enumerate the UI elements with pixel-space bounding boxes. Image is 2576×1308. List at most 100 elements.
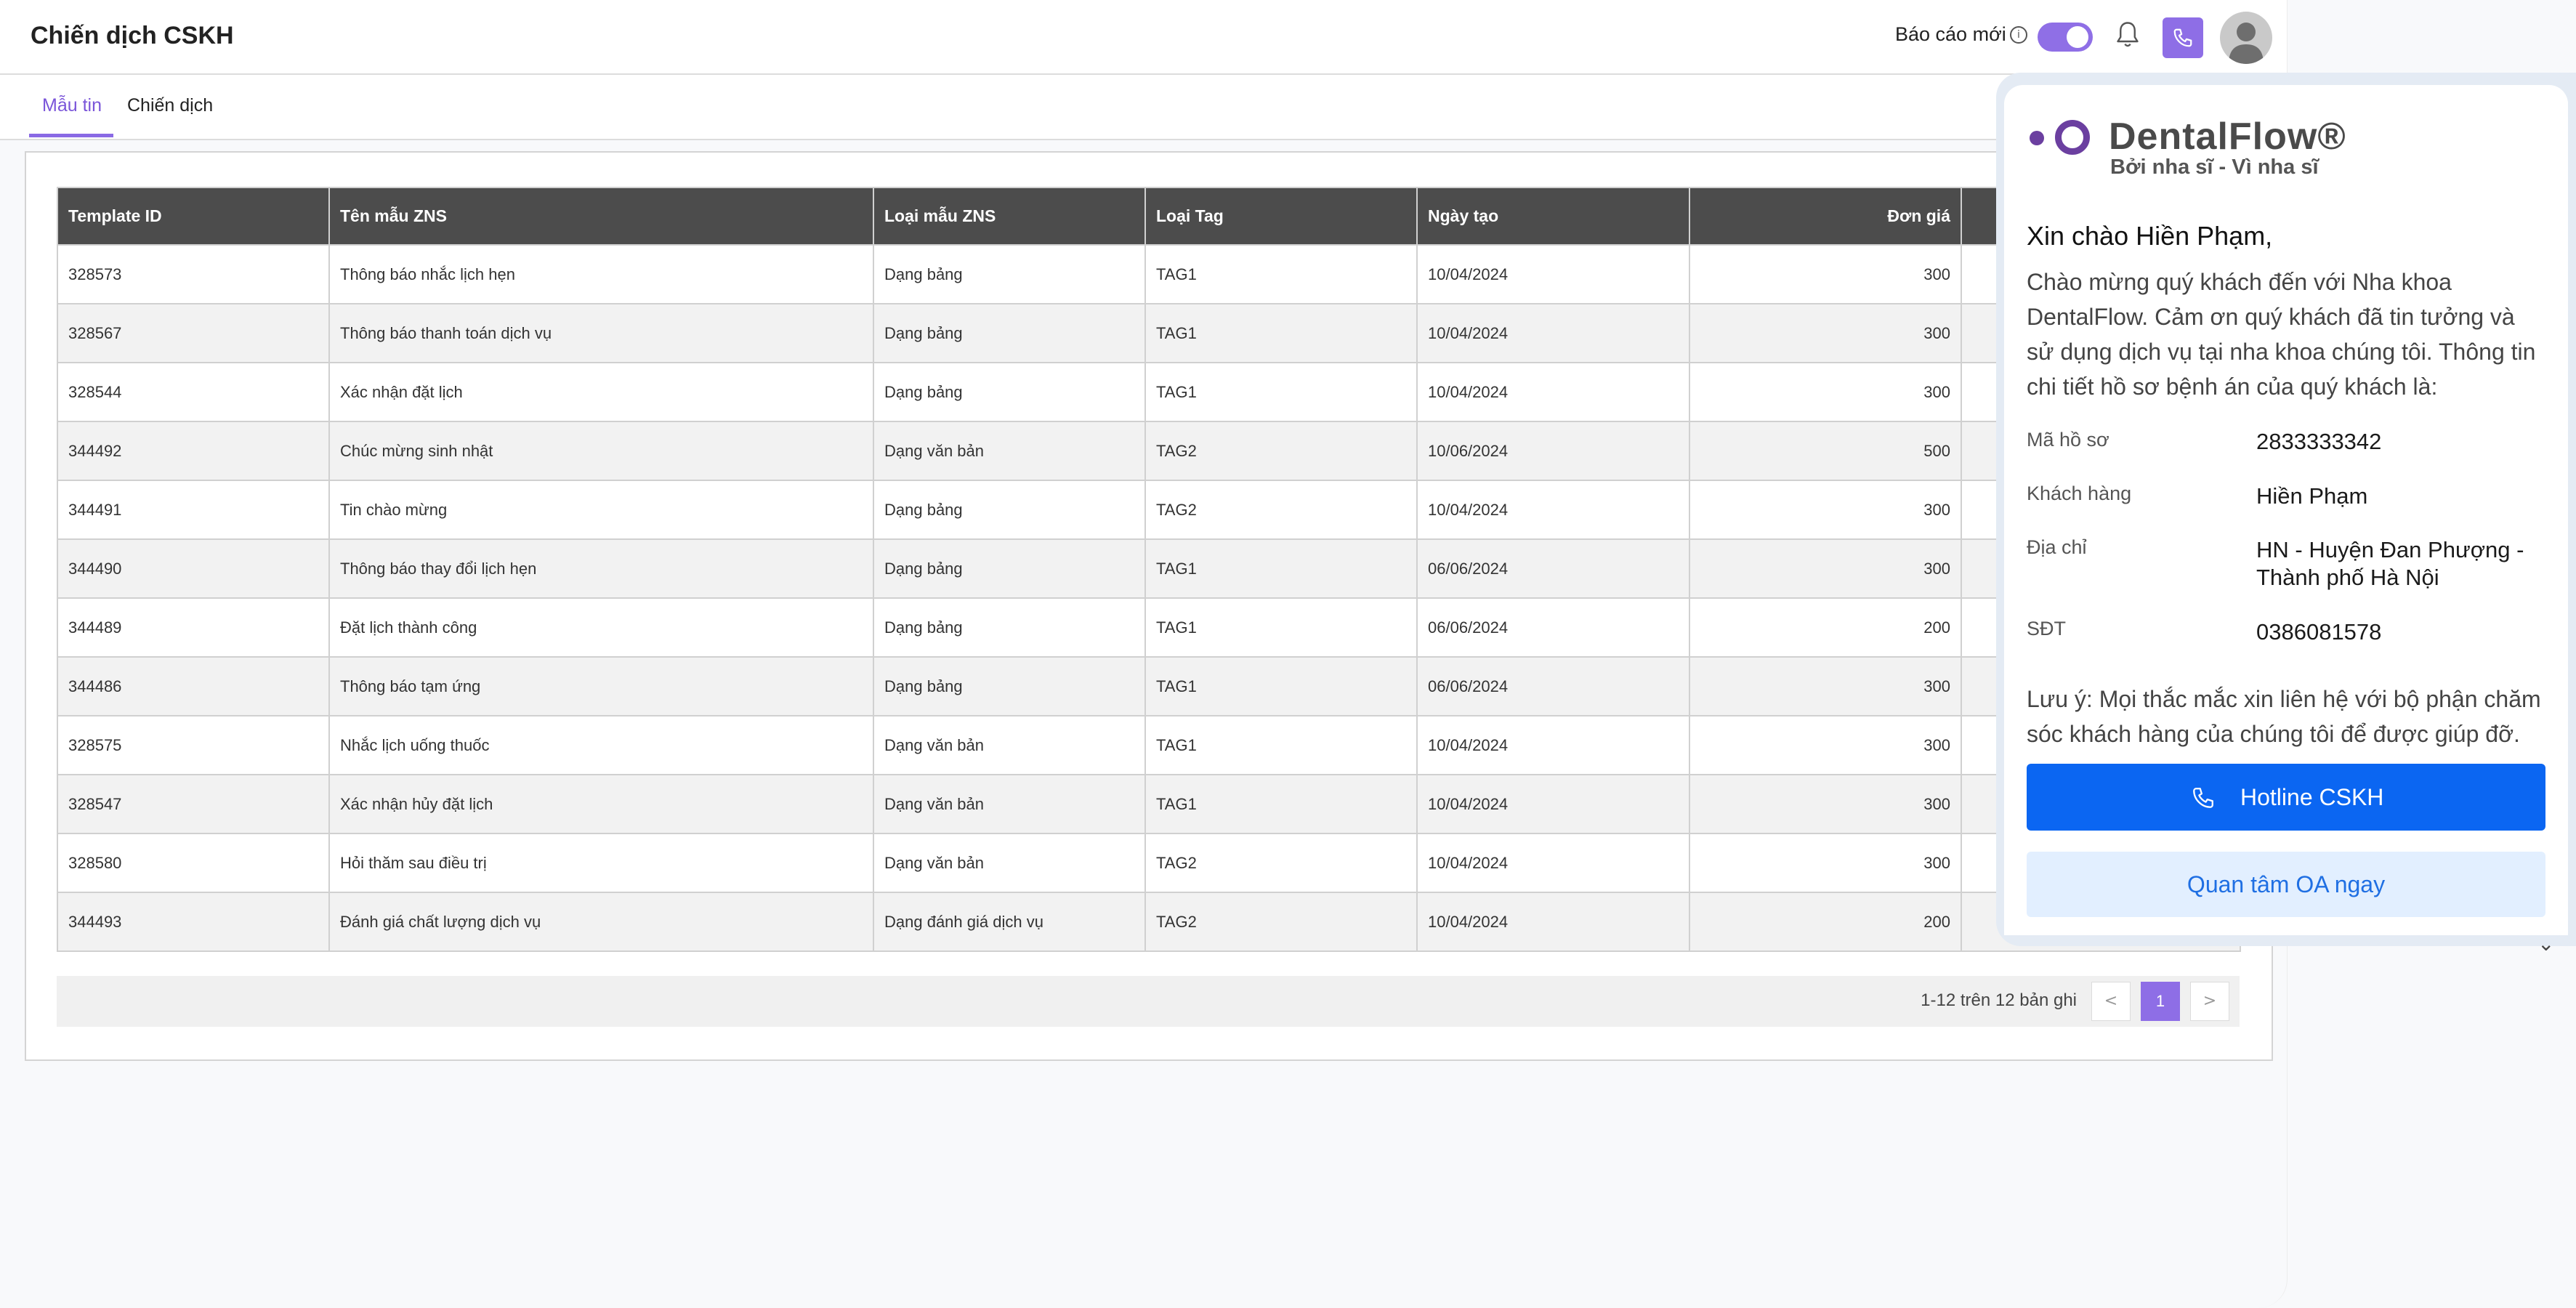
- table-cell: 328547: [57, 774, 330, 834]
- table-row[interactable]: 344493 Đánh giá chất lượng dịch vụ Dạng đá…: [57, 892, 2241, 952]
- template-card: Template ID Tên mẫu ZNS Loại mẫu ZNS Loạ…: [25, 151, 2273, 1061]
- table-row[interactable]: 344491 Tin chào mừng Dạng bảng TAG2 10/04/20…: [57, 480, 2241, 540]
- app-window: Chiến dịch CSKH Báo cáo mới i Mẫu tin Ch…: [0, 0, 2288, 1308]
- page-1-button[interactable]: 1: [2141, 982, 2180, 1021]
- next-page-button[interactable]: >: [2190, 982, 2229, 1021]
- avatar[interactable]: [2220, 12, 2272, 64]
- tab-chien-dich[interactable]: Chiến dịch: [127, 95, 213, 116]
- table-cell: TAG2: [1144, 833, 1418, 893]
- col-loai-tag[interactable]: Loại Tag: [1144, 187, 1418, 246]
- report-toggle[interactable]: [2038, 23, 2093, 52]
- table-cell: TAG2: [1144, 892, 1418, 952]
- table-cell: Dạng văn bản: [873, 833, 1146, 893]
- table-row[interactable]: 328547 Xác nhận hủy đặt lịch Dạng văn bản T…: [57, 774, 2241, 834]
- col-don-gia[interactable]: Đơn giá: [1689, 187, 1962, 246]
- info-icon[interactable]: i: [2010, 26, 2027, 44]
- table-row[interactable]: 344490 Thông báo thay đổi lịch hẹn Dạng bả…: [57, 538, 2241, 599]
- table-cell: 300: [1689, 715, 1962, 775]
- logo-dot: [2030, 131, 2044, 145]
- field-value-khach-hang: Hiền Phạm: [2256, 483, 2368, 509]
- chevron-down-icon[interactable]: ⌄: [2537, 932, 2554, 956]
- table-row[interactable]: 328573 Thông báo nhắc lịch hẹn Dạng bảng TA…: [57, 244, 2241, 304]
- table-cell: TAG1: [1144, 656, 1418, 716]
- hotline-button[interactable]: Hotline CSKH: [2027, 764, 2545, 831]
- table-cell: Tin chào mừng: [328, 480, 874, 540]
- table-cell: 06/06/2024: [1416, 597, 1690, 658]
- table-cell: Thông báo thay đổi lịch hẹn: [328, 538, 874, 599]
- active-tab-indicator: [29, 134, 113, 137]
- table-cell: 344489: [57, 597, 330, 658]
- col-loai-mau[interactable]: Loại mẫu ZNS: [873, 187, 1146, 246]
- table-cell: 300: [1689, 244, 1962, 304]
- table-cell: 10/04/2024: [1416, 833, 1690, 893]
- table-cell: Chúc mừng sinh nhật: [328, 421, 874, 481]
- table-row[interactable]: 344486 Thông báo tạm ứng Dạng bảng TAG1 06/0…: [57, 656, 2241, 716]
- table-cell: Nhắc lịch uống thuốc: [328, 715, 874, 775]
- top-bar: Chiến dịch CSKH Báo cáo mới i: [0, 0, 2287, 75]
- table-cell: 06/06/2024: [1416, 538, 1690, 599]
- table-cell: 10/04/2024: [1416, 303, 1690, 363]
- table-cell: 06/06/2024: [1416, 656, 1690, 716]
- table-cell: Dạng bảng: [873, 656, 1146, 716]
- table-cell: 300: [1689, 303, 1962, 363]
- user-icon: [2229, 23, 2264, 64]
- table-cell: 10/04/2024: [1416, 244, 1690, 304]
- table-cell: 328544: [57, 362, 330, 422]
- table-cell: 200: [1689, 892, 1962, 952]
- follow-oa-button[interactable]: Quan tâm OA ngay: [2027, 852, 2545, 917]
- table-cell: Dạng bảng: [873, 303, 1146, 363]
- phone-button[interactable]: [2163, 17, 2203, 58]
- table-cell: Hỏi thăm sau điều trị: [328, 833, 874, 893]
- brand-logo-text: DentalFlow®: [2109, 116, 2346, 158]
- col-template-id[interactable]: Template ID: [57, 187, 330, 246]
- table-cell: TAG1: [1144, 538, 1418, 599]
- bell-icon[interactable]: [2115, 20, 2141, 49]
- table-cell: Dạng bảng: [873, 597, 1146, 658]
- table-cell: TAG1: [1144, 715, 1418, 775]
- note-text: Lưu ý: Mọi thắc mắc xin liên hệ với bộ p…: [2027, 686, 2541, 747]
- col-ngay-tao[interactable]: Ngày tạo: [1416, 187, 1690, 246]
- table-row[interactable]: 328580 Hỏi thăm sau điều trị Dạng văn bản T…: [57, 833, 2241, 893]
- table-cell: TAG2: [1144, 421, 1418, 481]
- table-row[interactable]: 328544 Xác nhận đặt lịch Dạng bảng TAG1 10/0…: [57, 362, 2241, 422]
- table-cell: 200: [1689, 597, 1962, 658]
- table-row[interactable]: 328575 Nhắc lịch uống thuốc Dạng văn bản TA…: [57, 715, 2241, 775]
- table-cell: Dạng văn bản: [873, 421, 1146, 481]
- table-cell: TAG1: [1144, 244, 1418, 304]
- pagination-info: 1-12 trên 12 bản ghi: [1921, 990, 2077, 1010]
- table-cell: TAG1: [1144, 774, 1418, 834]
- table-header-row: Template ID Tên mẫu ZNS Loại mẫu ZNS Loạ…: [57, 187, 2241, 246]
- logo-ring: [2055, 120, 2090, 155]
- col-ten-mau[interactable]: Tên mẫu ZNS: [328, 187, 874, 246]
- table-row[interactable]: 344489 Đặt lịch thành công Dạng bảng TAG1 06…: [57, 597, 2241, 658]
- template-table: Template ID Tên mẫu ZNS Loại mẫu ZNS Loạ…: [57, 187, 2241, 952]
- phone-icon: [2193, 788, 2213, 808]
- field-value-ma-ho-so: 2833333342: [2256, 429, 2382, 454]
- table-cell: 344490: [57, 538, 330, 599]
- table-cell: 300: [1689, 774, 1962, 834]
- table-cell: TAG2: [1144, 480, 1418, 540]
- table-cell: Dạng bảng: [873, 244, 1146, 304]
- greeting: Xin chào Hiền Phạm,: [2027, 221, 2273, 251]
- table-cell: 500: [1689, 421, 1962, 481]
- table-row[interactable]: 328567 Thông báo thanh toán dịch vụ Dạng b…: [57, 303, 2241, 363]
- prev-page-button[interactable]: <: [2091, 982, 2131, 1021]
- table-cell: 10/04/2024: [1416, 362, 1690, 422]
- hotline-label: Hotline CSKH: [2240, 784, 2384, 810]
- field-value-sdt: 0386081578: [2256, 619, 2382, 645]
- table-cell: 300: [1689, 480, 1962, 540]
- tab-mau-tin[interactable]: Mẫu tin: [42, 95, 102, 116]
- table-cell: Dạng văn bản: [873, 774, 1146, 834]
- table-cell: 10/04/2024: [1416, 774, 1690, 834]
- table-row[interactable]: 344492 Chúc mừng sinh nhật Dạng văn bản TAG…: [57, 421, 2241, 481]
- field-label-khach-hang: Khách hàng: [2027, 483, 2132, 504]
- intro-text: Chào mừng quý khách đến với Nha khoa Den…: [2027, 269, 2536, 400]
- brand-tagline: Bởi nha sĩ - Vì nha sĩ: [2110, 156, 2319, 179]
- table-cell: TAG1: [1144, 303, 1418, 363]
- phone-icon: [2173, 28, 2192, 47]
- toggle-knob: [2067, 26, 2088, 48]
- table-cell: Dạng bảng: [873, 362, 1146, 422]
- page-title: Chiến dịch CSKH: [31, 22, 234, 49]
- table-cell: 328573: [57, 244, 330, 304]
- table-cell: 328575: [57, 715, 330, 775]
